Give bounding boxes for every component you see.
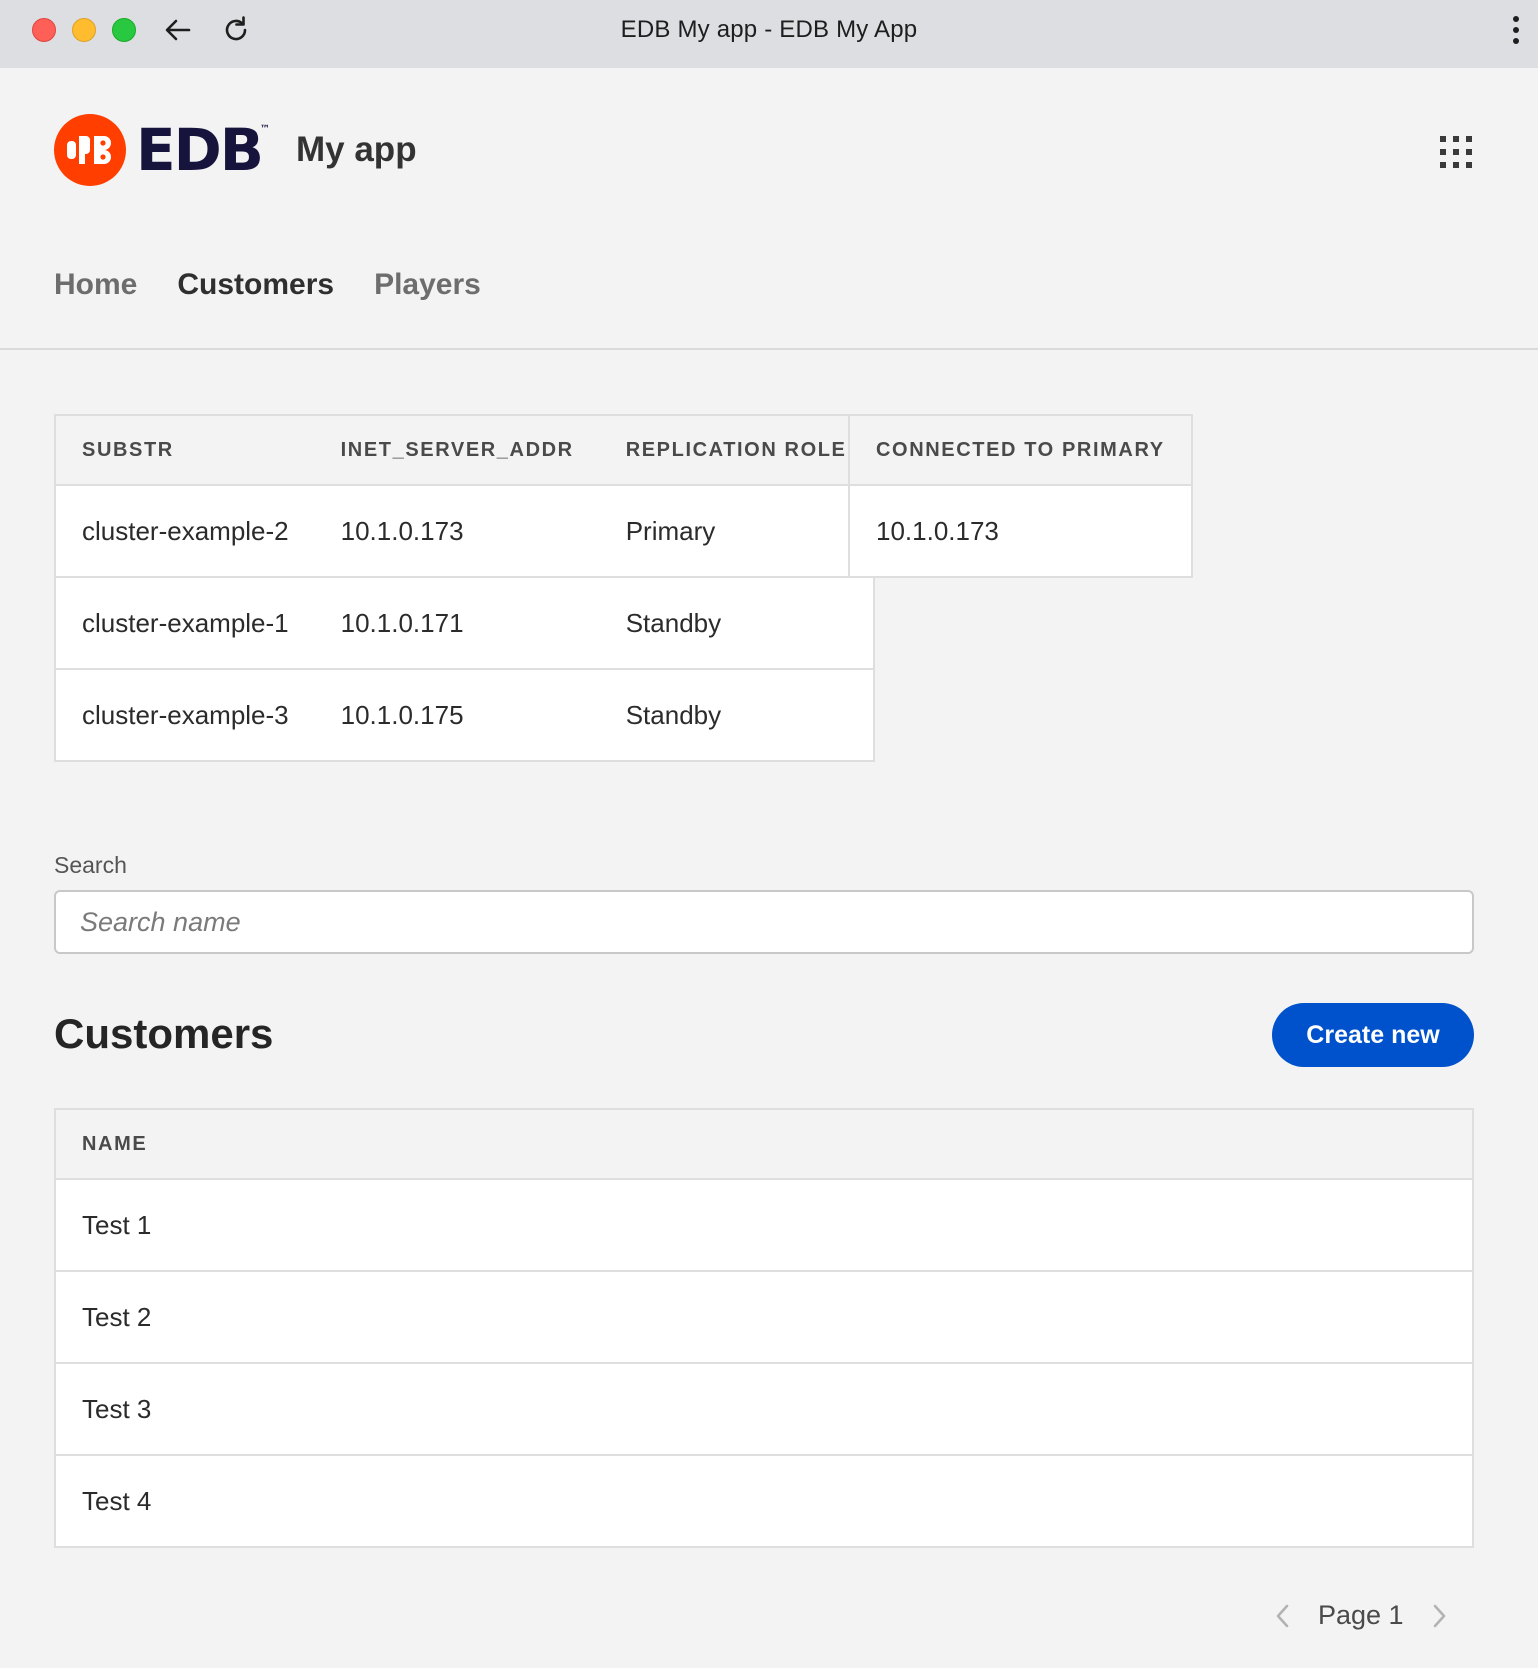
table-row[interactable]: Test 3 xyxy=(55,1362,1473,1455)
column-header-name: NAME xyxy=(55,1109,1473,1179)
table-header-row: SUBSTR INET_SERVER_ADDR REPLICATION ROLE xyxy=(55,415,874,485)
edb-logo[interactable]: EDB ™ xyxy=(54,114,270,186)
cell-name[interactable]: Test 2 xyxy=(55,1270,1473,1363)
tab-players[interactable]: Players xyxy=(374,268,481,302)
cell-substr: cluster-example-1 xyxy=(55,576,315,669)
page-indicator: Page 1 xyxy=(1318,1600,1404,1630)
table-row: cluster-example-3 10.1.0.175 Standby xyxy=(55,668,874,761)
table-row: cluster-example-2 10.1.0.173 Primary xyxy=(55,484,874,577)
table-row[interactable]: Test 1 xyxy=(55,1178,1473,1271)
trademark-mark: ™ xyxy=(259,124,270,135)
tab-home[interactable]: Home xyxy=(54,268,137,302)
cell-replication-role: Standby xyxy=(599,576,874,669)
customers-table: NAME Test 1 Test 2 Test 3 Test 4 xyxy=(54,1108,1474,1548)
main-nav: Home Customers Players xyxy=(54,268,481,302)
cell-connected-to-primary: 10.1.0.173 xyxy=(849,484,1192,577)
edb-logo-mark-icon xyxy=(54,114,126,186)
replication-table: SUBSTR INET_SERVER_ADDR REPLICATION ROLE… xyxy=(54,414,875,762)
nav-divider xyxy=(0,348,1538,350)
pagination: Page 1 xyxy=(1270,1600,1452,1631)
table-header-row: CONNECTED TO PRIMARY xyxy=(849,415,1192,485)
cell-inet-server-addr: 10.1.0.173 xyxy=(314,484,600,577)
kebab-menu-icon[interactable] xyxy=(1506,14,1526,46)
table-row[interactable]: Test 4 xyxy=(55,1454,1473,1547)
column-header-connected-to-primary: CONNECTED TO PRIMARY xyxy=(849,415,1192,485)
browser-titlebar: EDB My app - EDB My App xyxy=(0,0,1538,68)
tab-customers[interactable]: Customers xyxy=(177,268,334,302)
edb-logo-text: EDB ™ xyxy=(136,121,270,179)
app-name: My app xyxy=(296,130,417,169)
search-label: Search xyxy=(54,852,127,878)
table-row[interactable]: Test 2 xyxy=(55,1270,1473,1363)
cell-inet-server-addr: 10.1.0.175 xyxy=(314,668,600,761)
column-header-inet-server-addr: INET_SERVER_ADDR xyxy=(314,415,600,485)
cell-name[interactable]: Test 3 xyxy=(55,1362,1473,1455)
chevron-right-icon[interactable] xyxy=(1428,1601,1452,1631)
cell-replication-role: Standby xyxy=(599,668,874,761)
create-new-button[interactable]: Create new xyxy=(1272,1003,1474,1067)
logo-text-letters: EDB xyxy=(136,116,264,184)
apps-grid-icon[interactable] xyxy=(1440,136,1472,168)
table-row: cluster-example-1 10.1.0.171 Standby xyxy=(55,576,874,669)
search-input[interactable] xyxy=(54,890,1474,954)
cell-substr: cluster-example-2 xyxy=(55,484,315,577)
customers-section-title: Customers xyxy=(54,1010,274,1057)
chevron-left-icon[interactable] xyxy=(1270,1601,1294,1631)
column-header-substr: SUBSTR xyxy=(55,415,315,485)
cell-name[interactable]: Test 4 xyxy=(55,1454,1473,1547)
cell-inet-server-addr: 10.1.0.171 xyxy=(314,576,600,669)
cell-substr: cluster-example-3 xyxy=(55,668,315,761)
cell-replication-role: Primary xyxy=(599,484,874,577)
connected-to-primary-table: CONNECTED TO PRIMARY 10.1.0.173 xyxy=(848,414,1193,578)
cell-name[interactable]: Test 1 xyxy=(55,1178,1473,1271)
table-row: 10.1.0.173 xyxy=(849,484,1192,577)
column-header-replication-role: REPLICATION ROLE xyxy=(599,415,874,485)
window-title: EDB My app - EDB My App xyxy=(620,16,918,43)
table-header-row: NAME xyxy=(55,1109,1473,1179)
